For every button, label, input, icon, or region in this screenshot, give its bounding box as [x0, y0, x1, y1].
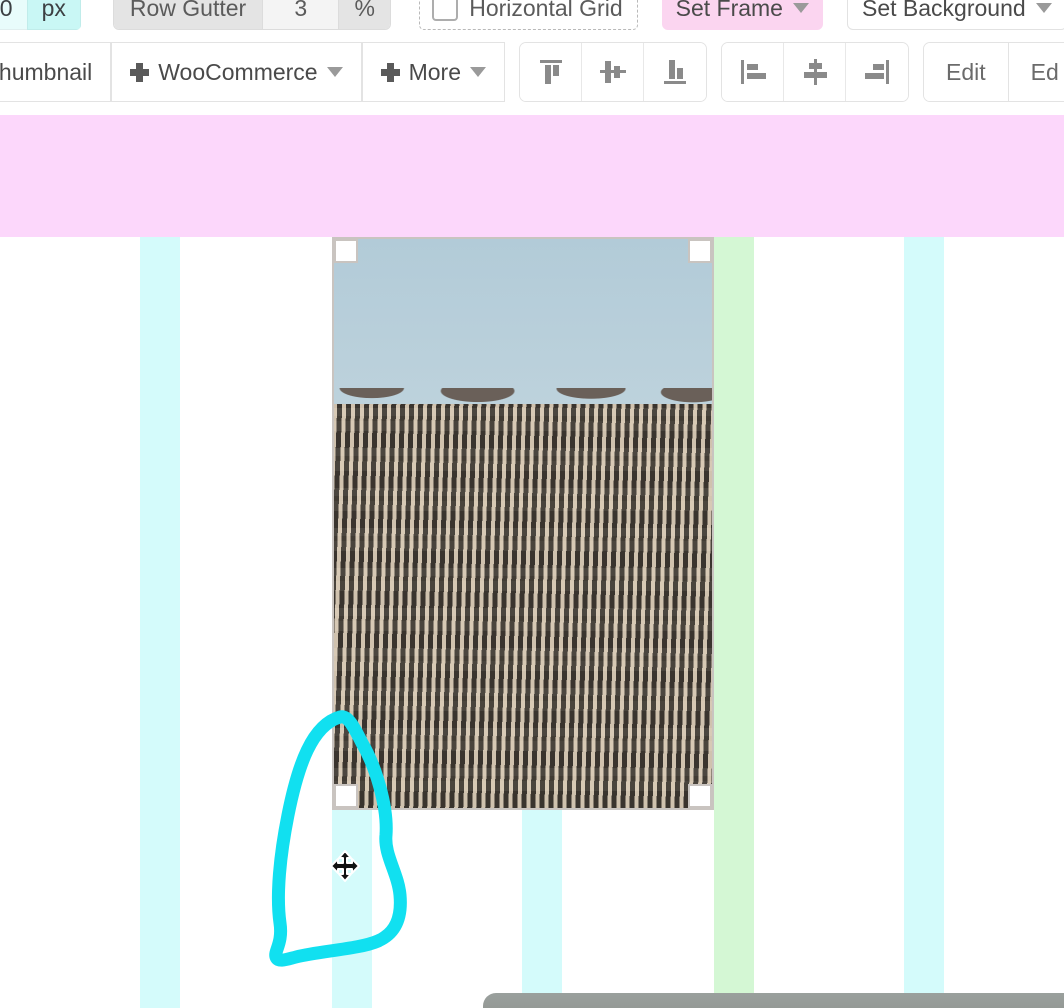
frame-background-band[interactable] [0, 115, 1064, 237]
edit-button-secondary[interactable]: Ed [1009, 43, 1064, 101]
row-gutter-unit-percent[interactable]: % [338, 0, 390, 29]
align-bottom-button[interactable] [644, 43, 706, 101]
edit-button-group: Edit Ed [923, 42, 1064, 102]
vertical-align-group [519, 42, 707, 102]
resize-handle-top-right[interactable] [688, 239, 712, 263]
align-center-icon [798, 55, 832, 89]
chevron-down-icon [470, 67, 486, 77]
row-gutter-input[interactable]: 3 [262, 0, 338, 29]
set-frame-button[interactable]: Set Frame [662, 0, 823, 30]
align-middle-button[interactable] [582, 43, 644, 101]
align-right-icon [860, 55, 894, 89]
photo-sky-region [334, 239, 712, 404]
edit-label-secondary: Ed [1031, 59, 1059, 86]
product-thumbnail-button[interactable]: ct Thumbnail [0, 42, 111, 102]
edit-button[interactable]: Edit [924, 43, 1009, 101]
toolbar-row-actions: ct Thumbnail WooCommerce More [0, 42, 1064, 102]
horizontal-grid-checkbox[interactable] [432, 0, 458, 21]
selected-image-frame[interactable] [332, 237, 714, 810]
align-left-button[interactable] [722, 43, 784, 101]
edit-label: Edit [946, 59, 986, 86]
move-cursor-icon [330, 850, 360, 882]
align-center-button[interactable] [784, 43, 846, 101]
align-bottom-icon [658, 55, 692, 89]
tire-stack-photo[interactable] [334, 239, 712, 808]
column-stripe-5 [904, 237, 944, 1008]
chevron-down-icon [793, 3, 809, 13]
resize-handle-bottom-left[interactable] [334, 784, 358, 808]
horizontal-grid-toggle[interactable]: Horizontal Grid [419, 0, 637, 30]
chevron-down-icon [1036, 3, 1052, 13]
align-middle-icon [596, 55, 630, 89]
plus-icon [130, 63, 149, 82]
woocommerce-button[interactable]: WooCommerce [111, 42, 361, 102]
spacing-stepper[interactable]: 20 px [0, 0, 81, 30]
column-stripe-4 [714, 237, 754, 1008]
resize-handle-bottom-right[interactable] [688, 784, 712, 808]
more-button[interactable]: More [362, 42, 505, 102]
horizontal-grid-label: Horizontal Grid [469, 0, 622, 22]
column-stripe-1 [140, 237, 180, 1008]
align-right-button[interactable] [846, 43, 908, 101]
set-frame-label: Set Frame [676, 0, 783, 22]
chevron-down-icon [327, 67, 343, 77]
editor-toolbar: 20 px Row Gutter 3 % Horizontal Grid Set… [0, 0, 1064, 115]
align-top-icon [534, 55, 568, 89]
resize-handle-top-left[interactable] [334, 239, 358, 263]
horizontal-align-group [721, 42, 909, 102]
toolbar-row-settings: 20 px Row Gutter 3 % Horizontal Grid Set… [0, 0, 1064, 30]
bottom-panel-handle[interactable] [483, 993, 1064, 1008]
more-label: More [409, 59, 461, 86]
woocommerce-label: WooCommerce [158, 59, 317, 86]
spacing-unit-px[interactable]: px [27, 0, 81, 30]
page-canvas[interactable] [0, 115, 1064, 1008]
spacing-value-input[interactable]: 20 [0, 0, 27, 30]
row-gutter-label: Row Gutter [114, 0, 262, 29]
set-background-button[interactable]: Set Background [847, 0, 1064, 30]
align-top-button[interactable] [520, 43, 582, 101]
row-gutter-control[interactable]: Row Gutter 3 % [113, 0, 391, 30]
set-background-label: Set Background [862, 0, 1026, 22]
product-thumbnail-label: ct Thumbnail [0, 59, 92, 86]
align-left-icon [736, 55, 770, 89]
plus-icon [381, 63, 400, 82]
